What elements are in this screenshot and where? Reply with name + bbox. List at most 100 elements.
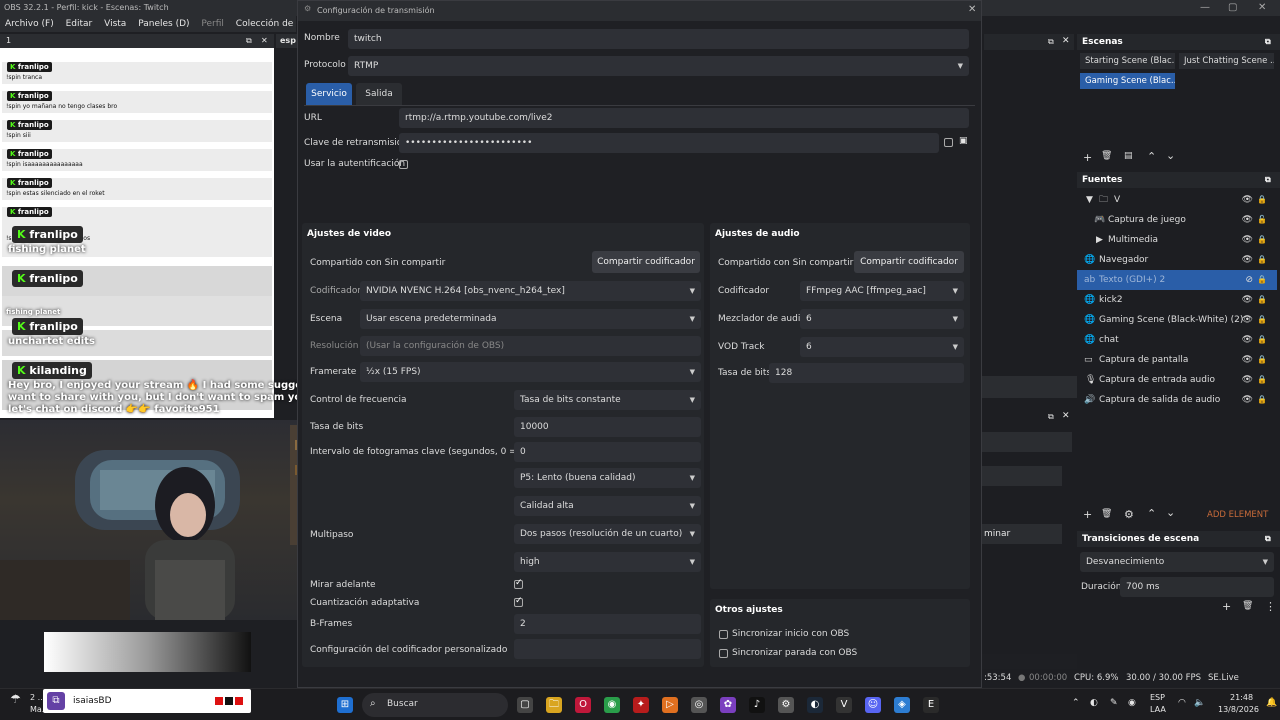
undock-icon[interactable]: ⧉ — [1265, 172, 1271, 188]
profile-select[interactable]: high — [514, 552, 701, 572]
menu-editar[interactable]: Editar — [66, 19, 93, 29]
file-explorer-icon[interactable]: 🗀 — [546, 697, 562, 713]
auth-checkbox[interactable] — [399, 160, 408, 169]
scene-item[interactable]: Just Chatting Scene ... — [1179, 53, 1274, 69]
duration-input[interactable]: 700 ms — [1120, 577, 1274, 597]
eye-icon[interactable]: 👁 — [1242, 210, 1253, 230]
framerate-select[interactable]: ½x (15 FPS) — [360, 362, 701, 382]
dialog-close-icon[interactable]: ✕ — [968, 4, 976, 15]
audio-codificador-select[interactable]: FFmpeg AAC [ffmpeg_aac] — [800, 281, 964, 301]
source-item-selected[interactable]: ab Texto (GDI+) 2 ⊘ 🔒 — [1077, 270, 1277, 290]
tuning-select[interactable]: Calidad alta — [514, 496, 701, 516]
audio-share-encoder-button[interactable]: Compartir codificador — [854, 251, 964, 273]
add-element-button[interactable]: ADD ELEMENT — [1207, 510, 1268, 520]
eye-icon[interactable]: 👁 — [1242, 310, 1253, 330]
search-box[interactable]: ⌕ Buscar — [362, 693, 508, 717]
audio-bitrate-input[interactable]: 128 — [769, 363, 964, 383]
undock-icon[interactable]: ⧉ — [246, 34, 252, 48]
discord-icon[interactable]: ☺ — [865, 697, 881, 713]
video-share-encoder-button[interactable]: Compartir codificador — [592, 251, 700, 273]
close-icon[interactable]: ✕ — [1258, 0, 1266, 16]
resolucion-input[interactable]: (Usar la configuración de OBS) — [360, 336, 701, 356]
video-codificador-select[interactable]: NVIDIA NVENC H.264 [obs_nvenc_h264_tex] — [360, 281, 701, 301]
preset-select[interactable]: P5: Lento (buena calidad) — [514, 468, 701, 488]
undock-icon[interactable]: ⧉ — [1265, 531, 1271, 547]
source-item[interactable]: 🌐 kick2 👁 🔒 — [1077, 290, 1277, 310]
twitch-popup[interactable]: ⧉ isaiasBD — [43, 689, 251, 713]
tray-icon[interactable]: ◉ — [1128, 698, 1136, 708]
source-item[interactable]: ▶ Multimedia 👁 🔒 — [1077, 230, 1277, 250]
delete-transition-icon[interactable]: 🗑 — [1242, 601, 1253, 611]
clock-time[interactable]: 21:48 — [1230, 693, 1253, 702]
app-icon[interactable]: V — [836, 697, 852, 713]
minimize-icon[interactable]: — — [1200, 0, 1210, 16]
move-up-icon[interactable]: ⌃ — [1147, 507, 1156, 520]
clock-date[interactable]: 13/8/2026 — [1218, 705, 1259, 714]
lock-open-icon[interactable]: 🔓 — [1257, 210, 1267, 230]
lock-icon[interactable]: 🔒 — [1257, 330, 1267, 350]
freq-select[interactable]: Tasa de bits constante — [514, 390, 701, 410]
transition-select[interactable]: Desvanecimiento — [1080, 552, 1274, 572]
undock-icon[interactable]: ⧉ — [1048, 37, 1054, 47]
source-item[interactable]: 🌐 chat 👁 🔒 — [1077, 330, 1277, 350]
app-icon[interactable]: ▷ — [662, 697, 678, 713]
language-layout[interactable]: LAA — [1150, 705, 1166, 714]
chevron-down-icon[interactable]: ▼ — [1086, 190, 1093, 210]
lock-icon[interactable]: 🔒 — [1257, 390, 1267, 410]
lock-icon[interactable]: 🔒 — [1257, 290, 1267, 310]
menu-perfil[interactable]: Perfil — [201, 19, 224, 29]
scene-item-selected[interactable]: Gaming Scene (Blac... — [1080, 73, 1175, 89]
aq-checkbox[interactable] — [514, 596, 523, 607]
move-down-icon[interactable]: ⌄ — [1166, 506, 1175, 519]
source-item[interactable]: 🌐 Navegador 👁 🔒 — [1077, 250, 1277, 270]
source-item[interactable]: 🎙 Captura de entrada audio 👁 🔒 — [1077, 370, 1277, 390]
steam-icon[interactable]: ◐ — [807, 697, 823, 713]
wifi-icon[interactable]: ◠ — [1178, 698, 1186, 708]
eye-icon[interactable]: 👁 — [1242, 390, 1253, 410]
obs-icon[interactable]: ◎ — [691, 697, 707, 713]
epic-games-icon[interactable]: E — [923, 697, 939, 713]
copy-icon[interactable]: ▣ — [959, 136, 968, 146]
eye-icon[interactable]: 👁 — [1242, 230, 1253, 250]
undock-icon[interactable]: ⧉ — [1048, 412, 1054, 422]
dock-close-icon[interactable]: ✕ — [261, 34, 268, 48]
gear-icon[interactable]: ⚙ — [1124, 508, 1134, 521]
undock-icon[interactable]: ⧉ — [1265, 34, 1271, 50]
app-icon[interactable]: ✦ — [633, 697, 649, 713]
add-source-icon[interactable]: + — [1083, 508, 1092, 521]
add-scene-icon[interactable]: + — [1083, 151, 1092, 164]
windows-start-icon[interactable]: ⊞ — [337, 697, 353, 713]
settings-icon[interactable]: ⚙ — [778, 697, 794, 713]
dock-close-icon[interactable]: ✕ — [1062, 411, 1070, 421]
lock-icon[interactable]: 🔒 — [1257, 370, 1267, 390]
delete-scene-icon[interactable]: 🗑 — [1101, 151, 1112, 161]
tray-icon[interactable]: ◐ — [1090, 698, 1098, 708]
lock-icon[interactable]: 🔒 — [1257, 190, 1267, 210]
lock-icon[interactable]: 🔒 — [1257, 350, 1267, 370]
eye-icon[interactable]: 👁 — [1242, 250, 1253, 270]
tab-servicio[interactable]: Servicio — [306, 83, 352, 105]
sync-stop-checkbox[interactable] — [719, 649, 728, 658]
lookahead-checkbox[interactable] — [514, 578, 523, 589]
source-item[interactable]: ▭ Captura de pantalla 👁 🔒 — [1077, 350, 1277, 370]
source-item[interactable]: 🌐 Gaming Scene (Black-White) (2) 👁 🔒 — [1077, 310, 1277, 330]
url-input[interactable]: rtmp://a.rtmp.youtube.com/live2 — [399, 108, 969, 128]
chrome-icon[interactable]: ◉ — [604, 697, 620, 713]
multipass-select[interactable]: Dos pasos (resolución de un cuarto) — [514, 524, 701, 544]
notification-icon[interactable]: 🔔 — [1266, 698, 1277, 708]
tray-chevron-icon[interactable]: ⌃ — [1072, 698, 1080, 708]
maximize-icon[interactable]: ▢ — [1228, 0, 1237, 16]
mezclador-select[interactable]: 6 — [800, 309, 964, 329]
filter-scene-icon[interactable]: ▤ — [1124, 151, 1133, 161]
eye-icon[interactable]: 👁 — [1242, 330, 1253, 350]
eye-icon[interactable]: 👁 — [1242, 370, 1253, 390]
menu-paneles[interactable]: Paneles (D) — [138, 19, 189, 29]
dock-close-icon[interactable]: ✕ — [1062, 36, 1070, 46]
task-view-icon[interactable]: ▢ — [517, 697, 533, 713]
move-down-icon[interactable]: ⌄ — [1166, 149, 1175, 162]
tiktok-icon[interactable]: ♪ — [749, 697, 765, 713]
protocolo-select[interactable]: RTMP — [348, 56, 969, 76]
eye-icon[interactable]: 👁 — [1242, 190, 1253, 210]
language-indicator[interactable]: ESP — [1150, 693, 1165, 702]
lock-icon[interactable]: 🔒 — [1257, 310, 1267, 330]
